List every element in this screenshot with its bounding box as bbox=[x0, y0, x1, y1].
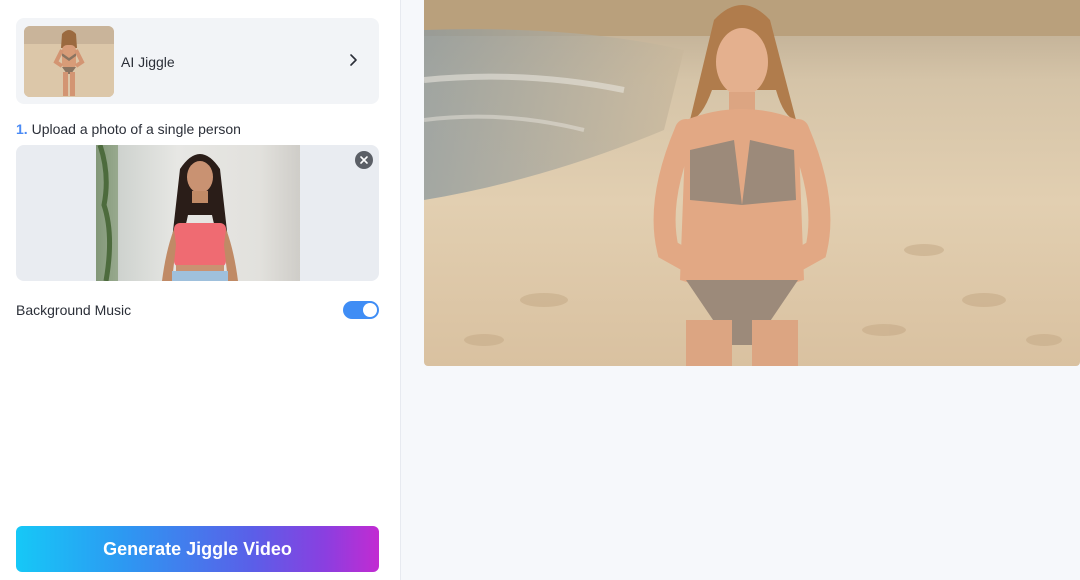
close-icon bbox=[360, 156, 368, 164]
model-title: AI Jiggle bbox=[121, 54, 175, 70]
upload-step-label: 1. Upload a photo of a single person bbox=[16, 121, 241, 137]
beach-preview-image-icon bbox=[424, 0, 1080, 366]
settings-panel: AI Jiggle 1. Upload a photo of a single … bbox=[0, 0, 401, 580]
background-music-toggle[interactable] bbox=[343, 301, 379, 319]
generate-video-button[interactable]: Generate Jiggle Video bbox=[16, 526, 379, 572]
chevron-right-icon[interactable] bbox=[345, 52, 361, 68]
remove-photo-button[interactable] bbox=[355, 151, 373, 169]
step-number: 1. bbox=[16, 121, 28, 137]
uploaded-photo bbox=[96, 145, 300, 281]
upload-dropzone[interactable] bbox=[16, 145, 379, 281]
bikini-model-thumbnail-icon bbox=[24, 26, 114, 97]
uploaded-person-photo-icon bbox=[96, 145, 238, 281]
preview-image bbox=[424, 0, 1080, 366]
toggle-knob bbox=[363, 303, 377, 317]
step-text: Upload a photo of a single person bbox=[31, 121, 241, 137]
model-thumbnail bbox=[24, 26, 114, 97]
background-music-label: Background Music bbox=[16, 302, 132, 318]
model-selector[interactable]: AI Jiggle bbox=[16, 18, 379, 104]
